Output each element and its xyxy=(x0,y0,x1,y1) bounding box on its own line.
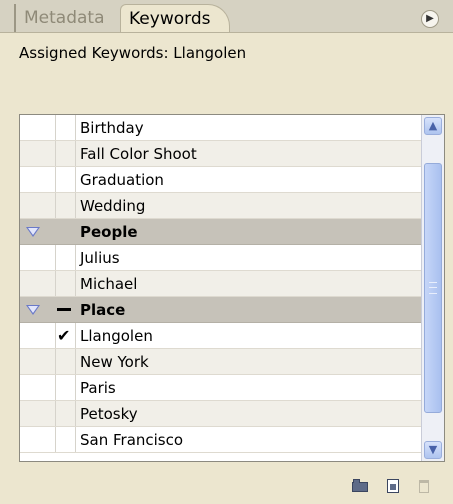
keywords-toolbar xyxy=(0,470,453,504)
keyword-row[interactable]: Paris xyxy=(20,375,422,401)
keyword-group-label: Place xyxy=(80,301,126,319)
keyword-label: Wedding xyxy=(80,197,146,215)
scroll-up-button[interactable]: ▲ xyxy=(424,117,442,135)
keyword-label: Llangolen xyxy=(80,327,153,345)
keyword-label: Fall Color Shoot xyxy=(80,145,197,163)
keyword-checkbox[interactable] xyxy=(55,349,76,374)
disclosure-triangle-icon[interactable] xyxy=(26,227,40,237)
keyword-label: Graduation xyxy=(80,171,164,189)
keyword-checkbox[interactable] xyxy=(55,401,76,426)
keyword-checkbox[interactable] xyxy=(55,375,76,400)
keyword-row[interactable]: Petosky xyxy=(20,401,422,427)
keyword-label: Julius xyxy=(80,249,120,267)
keyword-row[interactable]: Fall Color Shoot xyxy=(20,141,422,167)
checkmark-icon: ✔ xyxy=(57,326,71,345)
keyword-label: New York xyxy=(80,353,149,371)
partial-check-icon xyxy=(57,308,71,311)
keyword-label: San Francisco xyxy=(80,431,184,449)
folder-icon[interactable] xyxy=(351,478,369,494)
scroll-down-button[interactable]: ▼ xyxy=(424,441,442,459)
keyword-row[interactable]: San Francisco xyxy=(20,427,422,453)
keyword-group-row[interactable]: People xyxy=(20,219,422,245)
tab-keywords[interactable]: Keywords xyxy=(120,4,230,32)
keyword-row[interactable]: Michael xyxy=(20,271,422,297)
panel-menu-icon[interactable]: ▶ xyxy=(421,10,439,28)
scroll-thumb[interactable] xyxy=(424,163,442,413)
keyword-checkbox[interactable] xyxy=(55,141,76,166)
keyword-group-row[interactable]: Place xyxy=(20,297,422,323)
keyword-row[interactable]: Birthday xyxy=(20,115,422,141)
keyword-row[interactable]: Julius xyxy=(20,245,422,271)
keyword-row[interactable]: Graduation xyxy=(20,167,422,193)
tab-strip: Metadata Keywords ▶ xyxy=(0,0,453,33)
disclosure-triangle-icon[interactable] xyxy=(26,305,40,315)
keyword-checkbox[interactable] xyxy=(55,115,76,140)
trash-icon[interactable] xyxy=(415,478,433,494)
vertical-scrollbar[interactable]: ▲ ▼ xyxy=(421,115,444,461)
keyword-group-label: People xyxy=(80,223,138,241)
keyword-checkbox[interactable] xyxy=(55,271,76,296)
keyword-label: Michael xyxy=(80,275,138,293)
keyword-checkbox[interactable] xyxy=(55,245,76,270)
tab-metadata[interactable]: Metadata xyxy=(14,4,113,32)
keyword-checkbox[interactable] xyxy=(55,427,76,452)
keyword-row[interactable]: New York xyxy=(20,349,422,375)
keyword-label: Birthday xyxy=(80,119,144,137)
keyword-checkbox[interactable] xyxy=(55,219,74,244)
keyword-row[interactable]: Wedding xyxy=(20,193,422,219)
keyword-checkbox[interactable] xyxy=(55,193,76,218)
keyword-list: Birthday Fall Color Shoot Graduation Weddin… xyxy=(19,114,445,462)
keyword-label: Petosky xyxy=(80,405,138,423)
keyword-row[interactable]: ✔ Llangolen xyxy=(20,323,422,349)
new-keyword-icon[interactable] xyxy=(384,478,402,494)
assigned-keywords-label: Assigned Keywords: Llangolen xyxy=(19,44,247,62)
keyword-checkbox[interactable] xyxy=(55,167,76,192)
keyword-rows: Birthday Fall Color Shoot Graduation Weddin… xyxy=(20,115,422,453)
keyword-label: Paris xyxy=(80,379,116,397)
scroll-grip-icon xyxy=(429,282,437,294)
